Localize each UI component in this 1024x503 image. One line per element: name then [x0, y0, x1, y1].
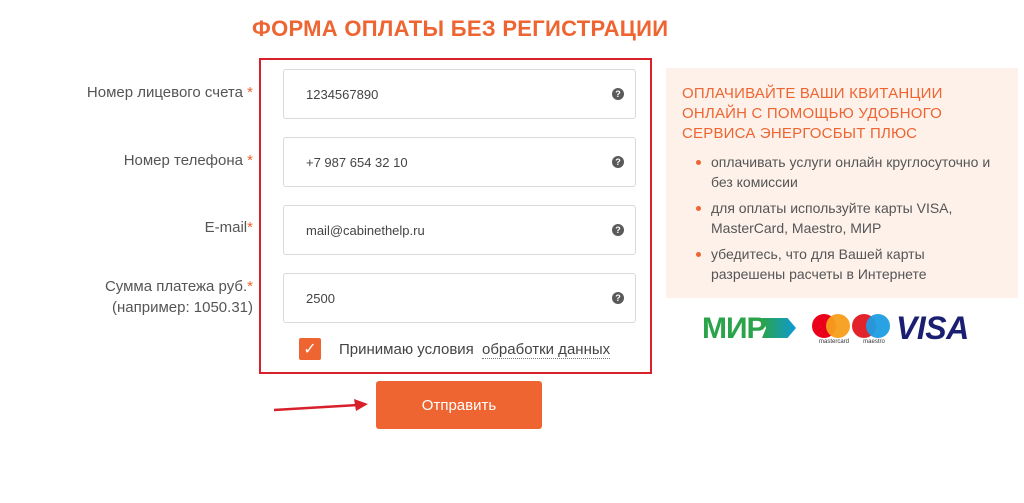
info-item-text: для оплаты используйте карты VISA, Maste…	[711, 200, 953, 236]
consent-checkbox[interactable]: ✓	[299, 338, 321, 360]
info-heading: ОПЛАЧИВАЙТЕ ВАШИ КВИТАНЦИИ ОНЛАЙН С ПОМО…	[682, 85, 943, 142]
help-icon[interactable]: ?	[612, 292, 624, 304]
bullet-icon	[696, 252, 701, 257]
email-input[interactable]: mail@cabinethelp.ru ?	[283, 205, 636, 255]
page-title: ФОРМА ОПЛАТЫ БЕЗ РЕГИСТРАЦИИ	[252, 16, 669, 41]
maestro-circle-blue	[866, 314, 890, 338]
mir-logo-mark	[762, 318, 796, 338]
help-icon[interactable]: ?	[612, 156, 624, 168]
help-icon[interactable]: ?	[612, 88, 624, 100]
mastercard-label: mastercard	[818, 339, 849, 345]
submit-button[interactable]: Отправить	[376, 381, 542, 429]
maestro-logo: maestro	[852, 314, 896, 348]
info-list-item: убедитесь, что для Вашей карты разрешены…	[682, 244, 1002, 284]
info-list-item: оплачивать услуги онлайн круглосуточно и…	[682, 152, 1002, 192]
info-item-text: убедитесь, что для Вашей карты разрешены…	[711, 246, 927, 282]
account-number-value: 1234567890	[306, 86, 379, 102]
consent-label: Принимаю условия	[339, 340, 474, 358]
field-label-amount-hint: (например: 1050.31)	[111, 299, 253, 316]
phone-value: +7 987 654 32 10	[306, 154, 408, 170]
arrow-pointer-icon	[273, 399, 368, 412]
visa-logo: VISA	[896, 310, 969, 346]
bullet-icon	[696, 160, 701, 165]
email-value: mail@cabinethelp.ru	[306, 222, 425, 238]
checkmark-icon: ✓	[303, 341, 317, 358]
mastercard-logo: mastercard	[812, 314, 856, 348]
bullet-icon	[696, 206, 701, 211]
info-panel: ОПЛАЧИВАЙТЕ ВАШИ КВИТАНЦИИ ОНЛАЙН С ПОМО…	[666, 68, 1018, 298]
amount-input[interactable]: 2500 ?	[283, 273, 636, 323]
info-item-text: оплачивать услуги онлайн круглосуточно и…	[711, 154, 991, 190]
mir-logo: МИР	[702, 312, 767, 345]
field-label-account: Номер лицевого счета *	[86, 84, 253, 101]
info-list: оплачивать услуги онлайн круглосуточно и…	[682, 152, 1002, 284]
field-label-phone: Номер телефона *	[123, 152, 253, 169]
data-processing-link[interactable]: обработки данных	[481, 340, 611, 359]
field-label-amount: Сумма платежа руб.* (например: 1050.31)	[104, 278, 253, 316]
amount-value: 2500	[306, 290, 335, 306]
info-list-item: для оплаты используйте карты VISA, Maste…	[682, 198, 1002, 238]
mastercard-circle-yellow	[826, 314, 850, 338]
account-number-input[interactable]: 1234567890 ?	[283, 69, 636, 119]
maestro-label: maestro	[863, 339, 885, 345]
consent-row: ✓ Принимаю условия обработки данных	[299, 338, 611, 360]
phone-input[interactable]: +7 987 654 32 10 ?	[283, 137, 636, 187]
field-label-email: E-mail*	[204, 219, 253, 236]
consent-text: Принимаю условия обработки данных	[339, 340, 611, 359]
payment-page: ФОРМА ОПЛАТЫ БЕЗ РЕГИСТРАЦИИ Номер лицев…	[0, 0, 1024, 503]
help-icon[interactable]: ?	[612, 224, 624, 236]
